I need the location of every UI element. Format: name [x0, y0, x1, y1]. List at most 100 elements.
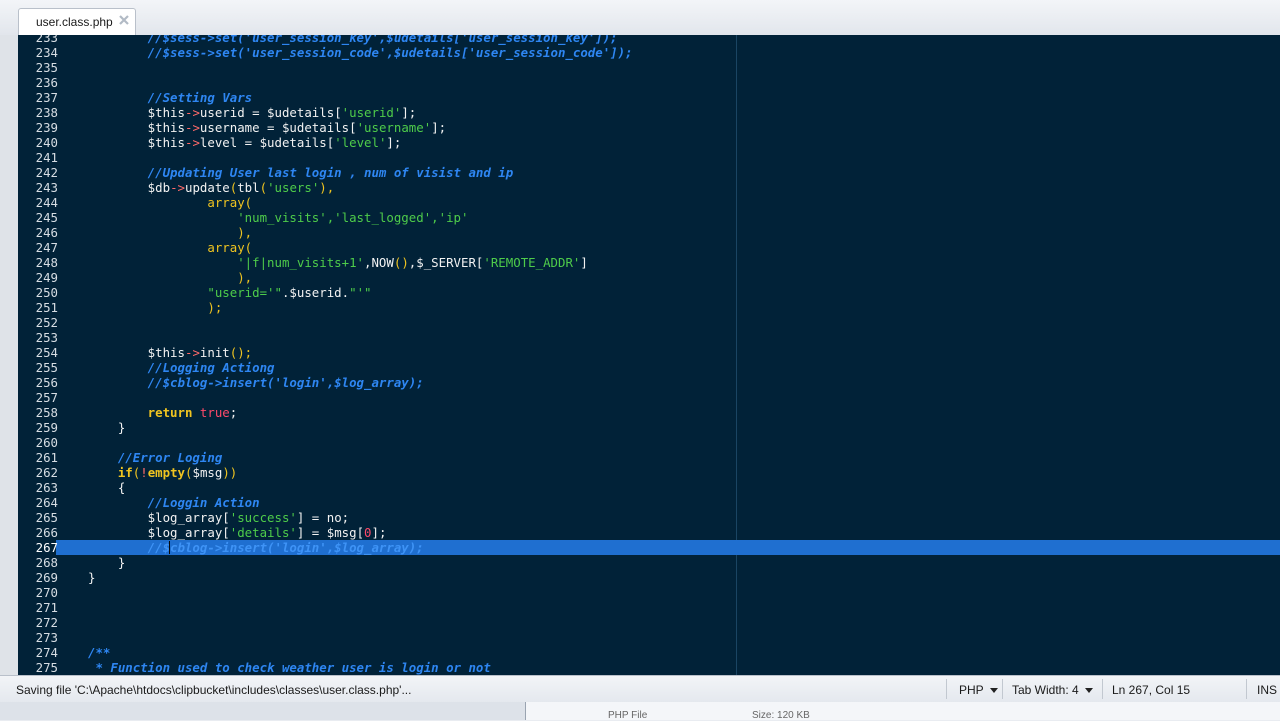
- file-size-text: Size: 120 KB: [752, 710, 810, 721]
- code-token: (: [244, 195, 253, 210]
- code-line: $log_array['details'] = $msg[0];: [88, 525, 387, 540]
- line-number: 255: [35, 360, 58, 375]
- status-message: Saving file 'C:\Apache\htdocs\clipbucket…: [16, 683, 412, 697]
- code-token: (): [393, 255, 409, 270]
- code-token: 'REMOTE_ADDR': [483, 255, 581, 270]
- code-token: ;: [229, 405, 238, 420]
- code-token: tbl: [237, 180, 260, 195]
- code-token: $db: [88, 180, 171, 195]
- code-token: 'level': [334, 135, 387, 150]
- line-number: 262: [35, 465, 58, 480]
- code-token: if: [88, 465, 133, 480]
- code-line: if(!empty($msg)): [88, 465, 237, 480]
- code-token: //Error Loging: [88, 450, 223, 465]
- code-token: $this: [88, 345, 185, 360]
- code-token: ];: [386, 135, 402, 150]
- line-number: 246: [35, 225, 58, 240]
- code-line: );: [88, 300, 222, 315]
- line-number: 250: [35, 285, 58, 300]
- line-number: 249: [35, 270, 58, 285]
- code-token: ->: [184, 135, 200, 150]
- line-number: 266: [35, 525, 58, 540]
- code-token: [: [349, 120, 357, 135]
- code-line: //Error Loging: [88, 450, 222, 465]
- code-token: );: [88, 300, 223, 315]
- code-token: ,$_SERVER: [408, 255, 476, 270]
- code-token: ();: [229, 345, 253, 360]
- code-line: //$cblog->insert('login',$log_array);: [88, 540, 424, 555]
- code-token: {: [88, 480, 126, 495]
- file-type-text: PHP File: [608, 710, 648, 721]
- taskbar-remnant: PHP File Size: 120 KB: [0, 702, 1280, 721]
- line-number: 264: [35, 495, 58, 510]
- code-token: //$sess->set('user_session_code',$udetai…: [88, 45, 633, 60]
- line-number: 258: [35, 405, 58, 420]
- code-line: $this->init();: [88, 345, 252, 360]
- line-number: 240: [35, 135, 58, 150]
- line-number: 268: [35, 555, 58, 570]
- code-token: 'num_visits','last_logged','ip': [88, 210, 469, 225]
- code-line: }: [88, 555, 125, 570]
- code-token: 'userid': [341, 105, 402, 120]
- tab-user-class-php[interactable]: user.class.php: [18, 8, 136, 35]
- code-line: //Loggin Action: [88, 495, 260, 510]
- code-line: array(: [88, 240, 252, 255]
- cursor-position: Ln 267, Col 15: [1112, 683, 1191, 697]
- line-number: 245: [35, 210, 58, 225]
- code-token: //$cblog->insert('login',$log_array);: [88, 375, 424, 390]
- code-line: $this->userid = $udetails['userid'];: [88, 105, 417, 120]
- line-number: 273: [35, 630, 58, 645]
- code-line: $this->level = $udetails['level'];: [88, 135, 402, 150]
- code-token: $this: [88, 105, 185, 120]
- tab-title: user.class.php: [36, 15, 113, 29]
- code-token: //Loggin Action: [88, 495, 260, 510]
- line-number: 261: [35, 450, 58, 465]
- language-selector[interactable]: PHP: [959, 683, 998, 697]
- code-line: }: [88, 570, 95, 585]
- status-bar: Saving file 'C:\Apache\htdocs\clipbucket…: [0, 675, 1280, 703]
- tab-width-selector[interactable]: Tab Width: 4: [1012, 683, 1093, 697]
- tab-bar: user.class.php: [0, 0, 1280, 36]
- code-token: ),: [88, 270, 253, 285]
- code-line: //Setting Vars: [88, 90, 252, 105]
- text-cursor: [169, 541, 170, 554]
- code-line: "userid='".$userid."'": [88, 285, 371, 300]
- code-line: //$sess->set('user_session_code',$udetai…: [88, 45, 633, 60]
- code-token: * Function used to check weather user is…: [88, 660, 491, 675]
- code-line: }: [88, 420, 125, 435]
- line-number: 254: [35, 345, 58, 360]
- right-margin-guide: [736, 35, 737, 675]
- line-number: 241: [35, 150, 58, 165]
- line-number: 233: [35, 35, 58, 45]
- code-token: array: [88, 240, 245, 255]
- line-number: 260: [35, 435, 58, 450]
- code-token: !: [140, 465, 148, 480]
- code-token: username = $udetails: [199, 120, 350, 135]
- code-line: ),: [88, 270, 252, 285]
- line-number: 259: [35, 420, 58, 435]
- code-line: //$cblog->insert('login',$log_array);: [88, 375, 424, 390]
- line-number: 275: [35, 660, 58, 675]
- code-token: //$cblog->insert('login',$log_array);: [88, 540, 424, 555]
- code-token: init: [199, 345, 230, 360]
- line-number: 234: [35, 45, 58, 60]
- line-number: 243: [35, 180, 58, 195]
- code-token: ]: [580, 255, 588, 270]
- close-icon[interactable]: [117, 13, 131, 27]
- code-token: ];: [401, 105, 417, 120]
- code-editor[interactable]: 233 //$sess->set('user_session_key',$ude…: [18, 35, 1280, 675]
- separator: [946, 679, 947, 699]
- code-token: [: [222, 525, 230, 540]
- code-token: $this: [88, 135, 185, 150]
- line-number: 248: [35, 255, 58, 270]
- separator: [1246, 679, 1247, 699]
- code-token: [: [222, 510, 230, 525]
- code-line: return true;: [88, 405, 238, 420]
- line-number: 263: [35, 480, 58, 495]
- code-token: [: [334, 105, 342, 120]
- insert-mode[interactable]: INS: [1257, 683, 1277, 697]
- code-token: }: [88, 570, 96, 585]
- code-token: (: [244, 240, 253, 255]
- chevron-down-icon: [989, 688, 998, 694]
- code-token: ),: [319, 180, 335, 195]
